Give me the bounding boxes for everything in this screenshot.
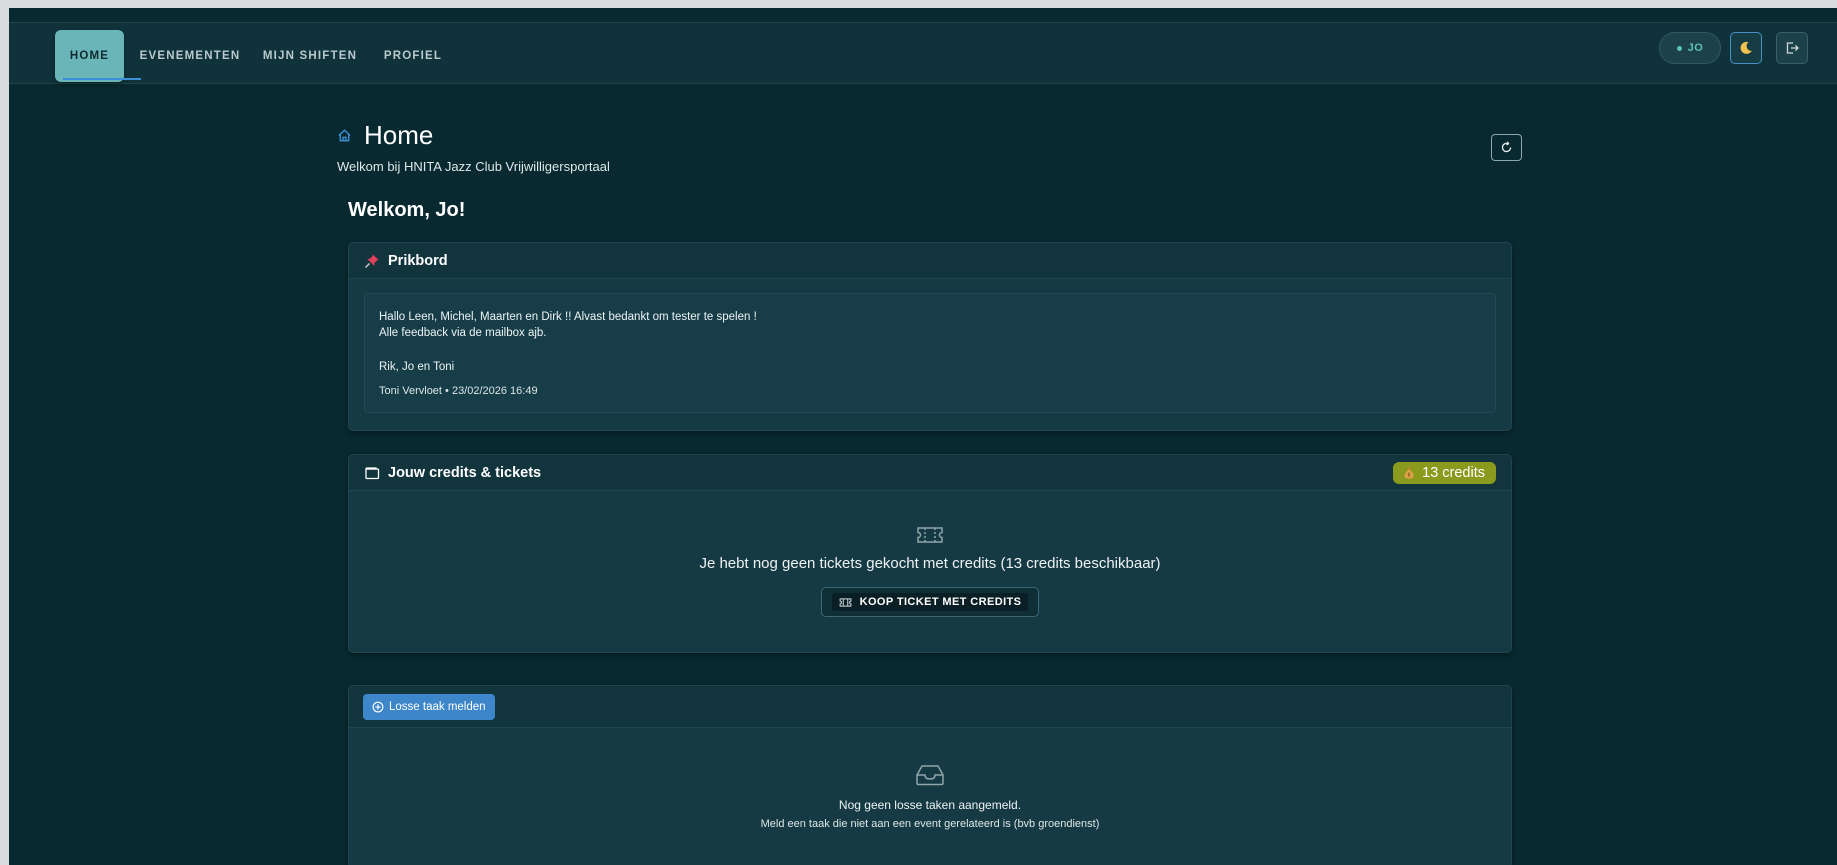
nav-home-label: HOME (69, 50, 110, 62)
credits-badge-label: 13 credits (1422, 464, 1485, 481)
user-badge[interactable]: JO (1659, 32, 1721, 64)
welcome-heading: Welkom, Jo! (348, 199, 466, 221)
pushpin-icon (365, 254, 379, 268)
logout-button[interactable] (1776, 32, 1808, 64)
nav-profiel-label: PROFIEL (383, 50, 443, 62)
add-task-button[interactable]: Losse taak melden (363, 693, 495, 720)
tasks-empty-hint: Meld een taak die niet aan een event ger… (760, 818, 1100, 830)
wallet-icon (365, 466, 380, 479)
inbox-icon (916, 765, 944, 786)
ticket-small-icon (839, 597, 851, 607)
nav-mijn-shiften[interactable]: MIJN SHIFTEN (261, 30, 359, 82)
page-title-row: Home (337, 120, 433, 151)
tickets-empty-state: Je hebt nog geen tickets gekocht met cre… (349, 491, 1511, 617)
nav-home[interactable]: HOME (55, 30, 124, 82)
message-meta: Toni Vervloet • 23/02/2026 16:49 (379, 385, 538, 397)
theme-toggle-button[interactable] (1730, 32, 1762, 64)
nav-evenementen[interactable]: EVENEMENTEN (139, 30, 241, 82)
nav-profiel[interactable]: PROFIEL (379, 30, 447, 82)
nav-active-underline (63, 78, 141, 80)
page-subtitle: Welkom bij HNITA Jazz Club Vrijwilligers… (337, 159, 610, 174)
prikbord-card: Prikbord Hallo Leen, Michel, Maarten en … (348, 242, 1512, 431)
message-line-2: Alle feedback via de mailbox ajb. (379, 327, 547, 339)
tasks-card: Losse taak melden Nog geen losse taken a… (348, 685, 1512, 865)
credits-badge: 13 credits (1393, 461, 1496, 484)
prikbord-message: Hallo Leen, Michel, Maarten en Dirk !! A… (364, 293, 1496, 413)
credits-header: Jouw credits & tickets 13 credits (349, 455, 1511, 491)
refresh-icon (1501, 141, 1512, 153)
page-title: Home (364, 120, 434, 150)
moon-icon (1740, 41, 1752, 54)
buy-ticket-label: KOOP TICKET MET CREDITS (859, 596, 1022, 608)
nav-evenementen-label: EVENEMENTEN (139, 50, 241, 62)
message-line-1: Hallo Leen, Michel, Maarten en Dirk !! A… (379, 311, 757, 323)
buy-ticket-inner: KOOP TICKET MET CREDITS (831, 593, 1029, 611)
app-window: HOME EVENEMENTEN MIJN SHIFTEN PROFIEL JO (9, 8, 1837, 865)
message-signature: Rik, Jo en Toni (379, 361, 455, 373)
add-task-label: Losse taak melden (389, 700, 486, 713)
tasks-empty-state: Nog geen losse taken aangemeld. Meld een… (349, 728, 1511, 830)
plus-circle-icon (372, 701, 384, 712)
logout-icon (1786, 42, 1799, 54)
tasks-header: Losse taak melden (349, 686, 1511, 728)
buy-ticket-button[interactable]: KOOP TICKET MET CREDITS (821, 587, 1039, 617)
prikbord-title: Prikbord (388, 252, 448, 269)
user-initials: JO (1687, 42, 1704, 54)
home-icon (338, 129, 351, 142)
online-status-dot (1676, 45, 1682, 51)
tickets-empty-message: Je hebt nog geen tickets gekocht met cre… (699, 555, 1161, 572)
nav-mijn-shiften-label: MIJN SHIFTEN (262, 50, 358, 62)
refresh-button[interactable] (1491, 134, 1522, 161)
prikbord-header: Prikbord (349, 243, 1511, 279)
credits-card: Jouw credits & tickets 13 credits Je heb… (348, 454, 1512, 653)
top-navbar: HOME EVENEMENTEN MIJN SHIFTEN PROFIEL JO (9, 22, 1837, 84)
money-bag-icon (1404, 467, 1414, 479)
tasks-empty-title: Nog geen losse taken aangemeld. (838, 798, 1022, 812)
credits-title: Jouw credits & tickets (388, 464, 542, 481)
ticket-icon (917, 527, 943, 543)
